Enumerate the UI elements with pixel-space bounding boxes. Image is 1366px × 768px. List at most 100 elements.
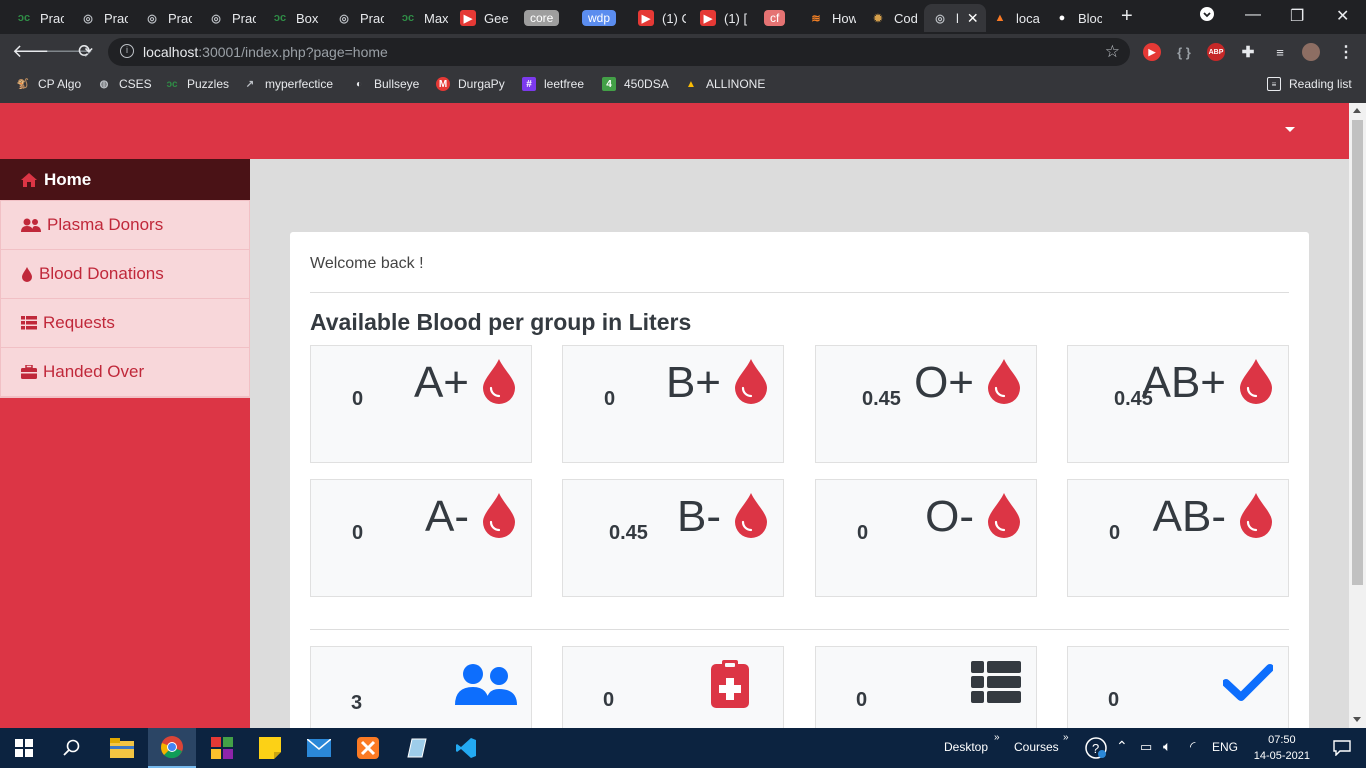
welcome-text: Welcome back ! — [310, 255, 424, 272]
bookmark-item[interactable]: ◐ Bullseye — [352, 77, 419, 91]
scrollbar-thumb[interactable] — [1352, 120, 1363, 585]
browser-tab[interactable]: ↄc Prac — [8, 4, 64, 32]
tray-overflow-icon[interactable]: ⌃ — [1116, 738, 1128, 755]
menu-dots-icon[interactable]: ⋮ — [1337, 43, 1355, 61]
blood-volume-value: 0.45 — [862, 388, 901, 410]
bookmark-item[interactable]: M DurgaPy — [436, 77, 505, 91]
sidebar-item-handed-over[interactable]: Handed Over — [1, 348, 249, 397]
extensions-puzzle-icon[interactable]: ✚ — [1239, 43, 1257, 61]
sidebar-item-blood-donations[interactable]: Blood Donations — [1, 250, 249, 299]
browser-tab[interactable]: ◎ Prac — [200, 4, 256, 32]
browser-tab[interactable]: ▶ (1) [ — [692, 4, 748, 32]
media-control-icon[interactable]: ≡ — [1271, 43, 1289, 61]
browser-tab[interactable]: ◎ Prac — [136, 4, 192, 32]
close-window-button[interactable]: ✕ — [1336, 6, 1349, 26]
browser-tab[interactable]: ↄc Max — [392, 4, 448, 32]
blood-group-label: A+ — [413, 358, 469, 407]
desktop-chevron-icon[interactable]: » — [994, 732, 1000, 743]
app-grid-button[interactable] — [198, 728, 246, 768]
bookmark-item[interactable]: # leetfree — [522, 77, 584, 91]
bookmark-icon: M — [436, 77, 450, 91]
new-tab-button[interactable]: + — [1121, 5, 1133, 28]
sidebar-item-plasma-donors[interactable]: Plasma Donors — [1, 201, 249, 250]
file-explorer-button[interactable] — [98, 728, 146, 768]
browser-tab[interactable]: ◎ l ✕ — [924, 4, 986, 32]
browser-tab[interactable]: ↄc Box — [264, 4, 320, 32]
users-icon — [21, 217, 41, 233]
browser-tab[interactable]: ◎ Prac — [72, 4, 128, 32]
address-bar[interactable]: i localhost:30001/index.php?page=home ☆ — [108, 38, 1130, 66]
site-info-icon[interactable]: i — [120, 44, 134, 58]
restore-button[interactable]: ❐ — [1290, 6, 1304, 26]
browser-tab[interactable]: ● Bloc — [1046, 4, 1102, 32]
browser-tab[interactable]: ✹ Cod — [862, 4, 918, 32]
browser-tab[interactable]: ≋ How — [800, 4, 856, 32]
bookmark-icon: # — [522, 77, 536, 91]
bookmark-item[interactable]: 4 450DSA — [602, 77, 669, 91]
page-viewport: Home Plasma Donors Blood Donations Reque… — [0, 103, 1366, 728]
blood-drop-icon — [482, 358, 516, 409]
bookmark-star-icon[interactable]: ☆ — [1105, 42, 1120, 62]
bookmark-item[interactable]: 🐒 CP Algo — [16, 77, 81, 91]
clock-date: 14-05-2021 — [1253, 750, 1310, 762]
clock[interactable]: 07:50 14-05-2021 — [1254, 732, 1310, 764]
help-button[interactable]: ? — [1082, 728, 1110, 768]
profile-avatar[interactable] — [1302, 43, 1320, 61]
bookmark-item[interactable]: ▲ ALLINONE — [684, 77, 765, 91]
bookmark-label: 450DSA — [624, 77, 669, 91]
notes-app-button[interactable] — [393, 728, 441, 768]
extension-youtube-icon[interactable]: ▶ — [1143, 43, 1161, 61]
youtube-icon: ▶ — [638, 10, 654, 26]
start-button[interactable] — [0, 728, 48, 768]
globe-icon: ◎ — [147, 12, 157, 25]
volume-icon[interactable]: 🔈︎ — [1163, 738, 1171, 755]
language-indicator[interactable]: ENG — [1212, 740, 1238, 754]
courses-toolbar[interactable]: Courses — [1014, 740, 1059, 754]
notifications-button[interactable] — [1318, 728, 1366, 768]
browser-tab[interactable]: core — [516, 4, 564, 32]
search-icon — [63, 739, 80, 756]
bookmark-item[interactable]: ↗ myperfectice — [243, 77, 333, 91]
bookmark-item[interactable]: ↄc Puzzles — [165, 77, 229, 91]
divider — [310, 629, 1289, 630]
scroll-up-arrow[interactable] — [1353, 108, 1361, 113]
browser-tab[interactable]: ◎ Prac — [328, 4, 384, 32]
mail-button[interactable] — [295, 728, 343, 768]
vscode-button[interactable] — [442, 728, 490, 768]
reload-button[interactable]: ⟳ — [78, 41, 93, 62]
tab-title: Prac — [104, 10, 128, 26]
extension-adblock-icon[interactable]: ABP — [1207, 43, 1225, 61]
sidebar-item-home[interactable]: Home — [0, 159, 250, 200]
desktop-toolbar[interactable]: Desktop — [944, 740, 988, 754]
minimize-button[interactable]: — — [1245, 6, 1261, 24]
github-icon: ● — [1058, 12, 1066, 24]
browser-tab[interactable]: ▶ (1) C — [630, 4, 686, 32]
blood-volume-value: 0.45 — [609, 522, 648, 544]
browser-tab[interactable]: cf — [756, 4, 792, 32]
browser-tab[interactable]: wdp — [574, 4, 622, 32]
search-button[interactable] — [48, 728, 96, 768]
chrome-button[interactable] — [148, 728, 196, 768]
extension-brackets-icon[interactable]: { } — [1175, 43, 1193, 61]
bookmark-label: CP Algo — [38, 77, 82, 91]
blood-drop-icon — [734, 492, 768, 543]
tab-search-icon[interactable] — [1199, 6, 1215, 27]
sticky-notes-button[interactable] — [246, 728, 294, 768]
courses-chevron-icon[interactable]: » — [1063, 732, 1069, 743]
close-tab-icon[interactable]: ✕ — [967, 10, 979, 27]
tab-title: (1) C — [662, 10, 686, 26]
battery-icon[interactable]: ▭ — [1140, 739, 1152, 755]
sidebar-item-requests[interactable]: Requests — [1, 299, 249, 348]
browser-tab[interactable]: ▶ Gee — [452, 4, 508, 32]
wifi-icon[interactable]: ◜ — [1190, 738, 1195, 755]
page-scrollbar[interactable] — [1349, 103, 1366, 728]
tab-title: core — [524, 10, 560, 26]
reading-list-button[interactable]: ≡ Reading list — [1267, 77, 1352, 91]
xampp-button[interactable] — [344, 728, 392, 768]
bookmark-item[interactable]: ◍ CSES — [97, 77, 152, 91]
blood-group-tile: 0.45 O+ — [815, 345, 1037, 463]
browser-tab[interactable]: ▲ loca — [984, 4, 1040, 32]
user-dropdown-caret-icon[interactable] — [1285, 127, 1295, 132]
tab-title: l — [956, 10, 959, 26]
scroll-down-arrow[interactable] — [1353, 717, 1361, 722]
